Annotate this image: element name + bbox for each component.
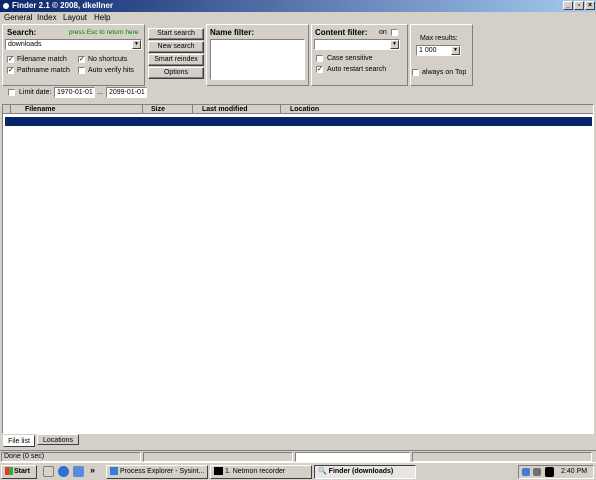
case-sensitive-label: Case sensitive [327, 55, 373, 62]
search-hint: press Esc to return here [69, 29, 139, 36]
smart-reindex-button[interactable]: Smart reindex [148, 54, 204, 66]
clock: 2:40 PM [561, 468, 588, 475]
pathname-match-checkbox[interactable]: ✓ [7, 67, 14, 74]
taskbar-item-label: Finder (downloads) [328, 468, 394, 475]
status-progress [295, 452, 410, 462]
column-filename[interactable]: Filename [11, 105, 143, 114]
app-icon [2, 2, 10, 10]
internet-explorer-icon[interactable] [58, 466, 69, 477]
no-shortcuts-label: No shortcuts [88, 56, 128, 63]
limit-date-row: Limit date: 1970-01-01 ... 2099-01-01 [2, 86, 594, 100]
case-sensitive-checkbox[interactable] [316, 55, 323, 62]
tab-locations[interactable]: Locations [37, 434, 79, 445]
menu-help[interactable]: Help [94, 12, 110, 23]
search-input-value: downloads [8, 41, 42, 48]
new-search-button[interactable]: New search [148, 41, 204, 53]
title-bar[interactable]: Finder 2.1 © 2008, dkellner _ ▫ × [0, 0, 596, 12]
filename-match-label: Filename match [17, 56, 67, 63]
menu-layout[interactable]: Layout [63, 12, 87, 23]
selected-row[interactable] [5, 117, 592, 126]
menu-bar: General Index Layout Help [0, 12, 596, 23]
limit-date-checkbox[interactable] [8, 89, 15, 96]
column-last-modified[interactable]: Last modified [193, 105, 281, 114]
auto-restart-label: Auto restart search [327, 66, 387, 73]
minimize-button[interactable]: _ [563, 1, 573, 10]
system-tray: 2:40 PM [518, 465, 594, 479]
content-filter-on-checkbox[interactable] [391, 29, 398, 36]
auto-verify-checkbox[interactable] [78, 67, 85, 74]
column-location[interactable]: Location [281, 105, 593, 114]
column-size[interactable]: Size [143, 105, 193, 114]
search-label: Search: [7, 28, 37, 37]
taskbar-item-finder[interactable]: 🔍 Finder (downloads) [314, 465, 416, 479]
close-button[interactable]: × [585, 1, 595, 10]
magnifier-icon: 🔍 [318, 468, 327, 475]
status-panel-2 [143, 452, 293, 462]
options-button[interactable]: Options [148, 67, 204, 79]
results-list[interactable]: Filename Size Last modified Location [2, 104, 594, 434]
auto-verify-label: Auto verify hits [88, 67, 134, 74]
tab-file-list[interactable]: File list [3, 435, 35, 447]
always-on-top-label: always on Top [422, 69, 467, 76]
max-results-value: 1 000 [419, 47, 437, 54]
menu-general[interactable]: General [4, 12, 32, 23]
limit-date-to-input[interactable]: 2099-01-01 [106, 87, 147, 98]
status-text: Done (0 sec) [1, 452, 141, 462]
name-filter-label: Name filter: [210, 28, 255, 37]
taskbar: Start » Process Explorer - Sysint... 1. … [0, 462, 596, 480]
explorer-icon[interactable] [73, 466, 84, 477]
content-filter-on-label: on [379, 29, 387, 36]
start-search-button[interactable]: Start search [148, 28, 204, 40]
limit-date-separator: ... [97, 89, 103, 96]
content-filter-label: Content filter: [315, 28, 368, 37]
auto-restart-checkbox[interactable]: ✓ [316, 66, 323, 73]
limit-date-label: Limit date: [19, 89, 52, 96]
status-panel-4 [412, 452, 592, 462]
limit-date-from-input[interactable]: 1970-01-01 [54, 87, 95, 98]
tray-monitor-icon[interactable] [545, 467, 554, 477]
results-header: Filename Size Last modified Location [3, 105, 593, 114]
taskbar-item-process-explorer[interactable]: Process Explorer - Sysint... [106, 465, 208, 479]
filename-match-checkbox[interactable]: ✓ [7, 56, 14, 63]
windows-logo-icon [5, 467, 13, 476]
console-icon [214, 467, 223, 476]
name-filter-panel: Name filter: [206, 24, 309, 86]
max-results-select[interactable]: 1 000 ▼ [416, 45, 461, 56]
show-desktop-icon[interactable] [43, 466, 54, 477]
content-filter-input[interactable]: ▼ [314, 39, 400, 50]
content-filter-dropdown-arrow-icon[interactable]: ▼ [390, 40, 399, 49]
search-panel: Search: press Esc to return here downloa… [2, 24, 145, 86]
always-on-top-checkbox[interactable] [412, 69, 419, 76]
no-shortcuts-checkbox[interactable]: ✓ [78, 56, 85, 63]
process-explorer-icon [110, 467, 118, 476]
taskbar-item-netmon[interactable]: 1. Netmon recorder [210, 465, 312, 479]
content-filter-panel: Content filter: on ▼ Case sensitive ✓ Au… [311, 24, 408, 86]
start-label: Start [14, 468, 30, 475]
window-title: Finder 2.1 © 2008, dkellner [12, 1, 114, 10]
max-results-arrow-icon[interactable]: ▼ [451, 46, 460, 55]
search-dropdown-arrow-icon[interactable]: ▼ [132, 40, 141, 49]
search-input[interactable]: downloads ▼ [5, 39, 142, 50]
taskbar-item-label: 1. Netmon recorder [224, 468, 286, 475]
pathname-match-label: Pathname match [17, 67, 70, 74]
tray-search-icon[interactable] [522, 468, 530, 476]
menu-index[interactable]: Index [37, 12, 57, 23]
quicklaunch-overflow-icon[interactable]: » [90, 465, 95, 475]
taskbar-item-label: Process Explorer - Sysint... [119, 468, 205, 475]
max-results-label: Max results: [420, 35, 458, 42]
column-blank [3, 105, 11, 114]
name-filter-input[interactable] [210, 39, 305, 80]
start-button[interactable]: Start [1, 465, 37, 479]
maximize-button[interactable]: ▫ [574, 1, 584, 10]
max-results-panel: Max results: 1 000 ▼ always on Top [410, 24, 473, 86]
status-bar: Done (0 sec) [0, 450, 596, 462]
tray-network-icon[interactable] [533, 468, 541, 476]
